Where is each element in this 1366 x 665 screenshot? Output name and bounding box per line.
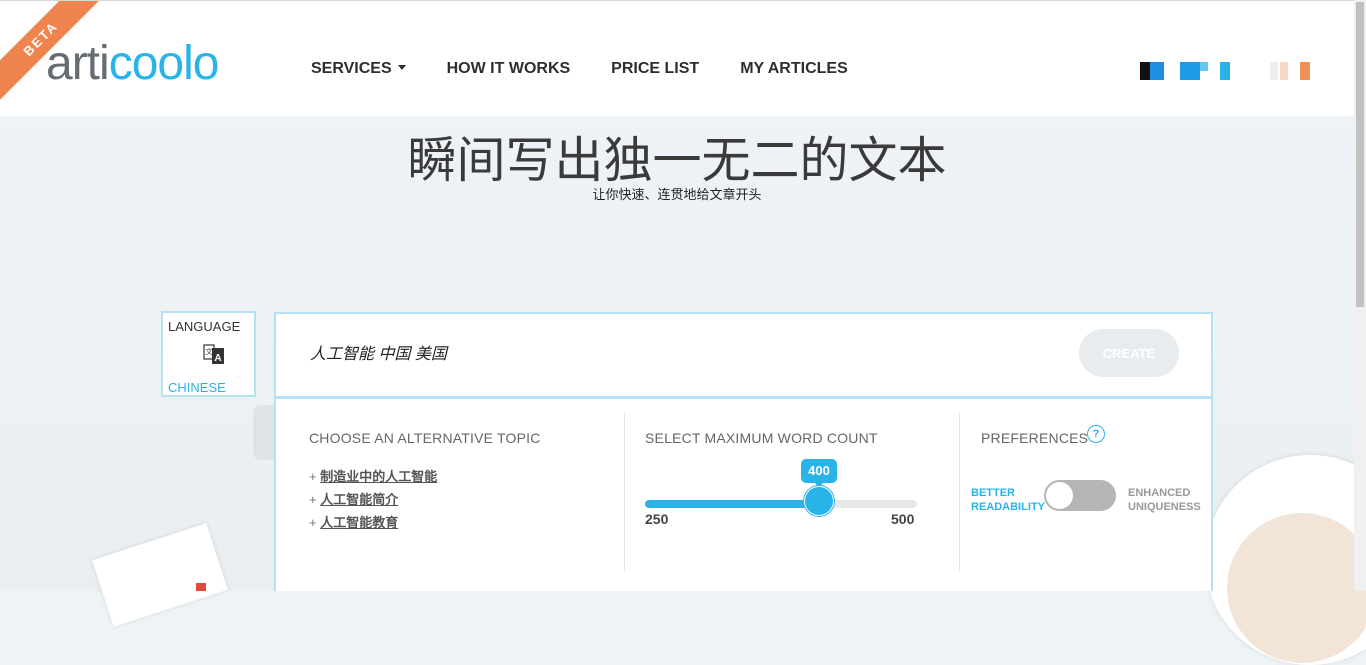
logo-part2: coolo	[108, 36, 220, 90]
logo-part1: arti	[46, 36, 110, 90]
nav-price-list[interactable]: PRICE LIST	[611, 60, 699, 78]
word-count-title: SELECT MAXIMUM WORD COUNT	[645, 430, 878, 446]
preferences-section: PREFERENCES ? BETTER READABILITY ENHANCED…	[960, 413, 1211, 571]
hero-subtitle: 让你快速、连贯地给文章开头	[592, 187, 762, 202]
alternative-topic-title: CHOOSE AN ALTERNATIVE TOPIC	[309, 430, 541, 446]
svg-text:A: A	[214, 353, 221, 364]
better-readability-label[interactable]: BETTER READABILITY	[971, 486, 1045, 514]
topic-input[interactable]	[308, 342, 1012, 362]
word-count-slider-track[interactable]	[645, 500, 917, 508]
svg-text:文: 文	[206, 347, 213, 356]
nav-my-articles[interactable]: MY ARTICLES	[740, 60, 848, 78]
alternative-topic-item[interactable]: + 人工智能教育	[309, 512, 437, 535]
scrollbar-thumb[interactable]	[1356, 2, 1364, 307]
word-count-section: SELECT MAXIMUM WORD COUNT 400 250 500	[625, 413, 960, 571]
preferences-title: PREFERENCES	[981, 430, 1089, 446]
article-generator-card: CREATE CHOOSE AN ALTERNATIVE TOPIC + 制造业…	[274, 312, 1213, 591]
help-icon[interactable]: ?	[1087, 425, 1105, 443]
language-selector[interactable]: LANGUAGE A 文 CHINESE	[161, 311, 256, 397]
word-count-slider-fill	[645, 500, 809, 508]
background-notepad-decoration	[92, 523, 228, 627]
hero-title: 瞬间写出独一无二的文本	[407, 134, 947, 188]
alternative-topic-item[interactable]: + 制造业中的人工智能	[309, 466, 437, 489]
nav-how-it-works[interactable]: HOW IT WORKS	[447, 60, 571, 78]
create-button[interactable]: CREATE	[1079, 329, 1179, 377]
word-count-max: 500	[891, 511, 915, 527]
page-scrollbar[interactable]	[1354, 0, 1366, 591]
topic-row: CREATE	[276, 314, 1211, 399]
main-nav: SERVICES HOW IT WORKS PRICE LIST MY ARTI…	[311, 60, 848, 78]
toggle-knob	[1046, 482, 1073, 509]
enhanced-uniqueness-label[interactable]: ENHANCED UNIQUENESS	[1128, 486, 1201, 514]
language-value: CHINESE	[168, 380, 226, 395]
preference-toggle[interactable]	[1044, 480, 1116, 511]
articoolo-logo[interactable]: arti coolo	[46, 35, 220, 91]
translate-icon: A 文	[203, 344, 224, 364]
account-area-pixelated[interactable]	[1092, 43, 1332, 99]
top-navbar: BETA arti coolo SERVICES HOW IT WORKS PRI…	[0, 0, 1354, 116]
background-coffee-cup-decoration	[1205, 455, 1366, 665]
word-count-value-badge: 400	[801, 459, 837, 488]
alternative-topic-item[interactable]: + 人工智能简介	[309, 489, 437, 512]
background-red-decoration	[196, 583, 206, 591]
nav-services[interactable]: SERVICES	[311, 60, 406, 78]
word-count-slider-handle[interactable]	[804, 486, 834, 516]
caret-down-icon	[397, 65, 406, 70]
alternative-topic-list: + 制造业中的人工智能 + 人工智能简介 + 人工智能教育	[309, 466, 437, 535]
word-count-min: 250	[645, 511, 669, 527]
alternative-topic-section: CHOOSE AN ALTERNATIVE TOPIC + 制造业中的人工智能 …	[276, 413, 625, 571]
language-label: LANGUAGE	[168, 319, 241, 334]
